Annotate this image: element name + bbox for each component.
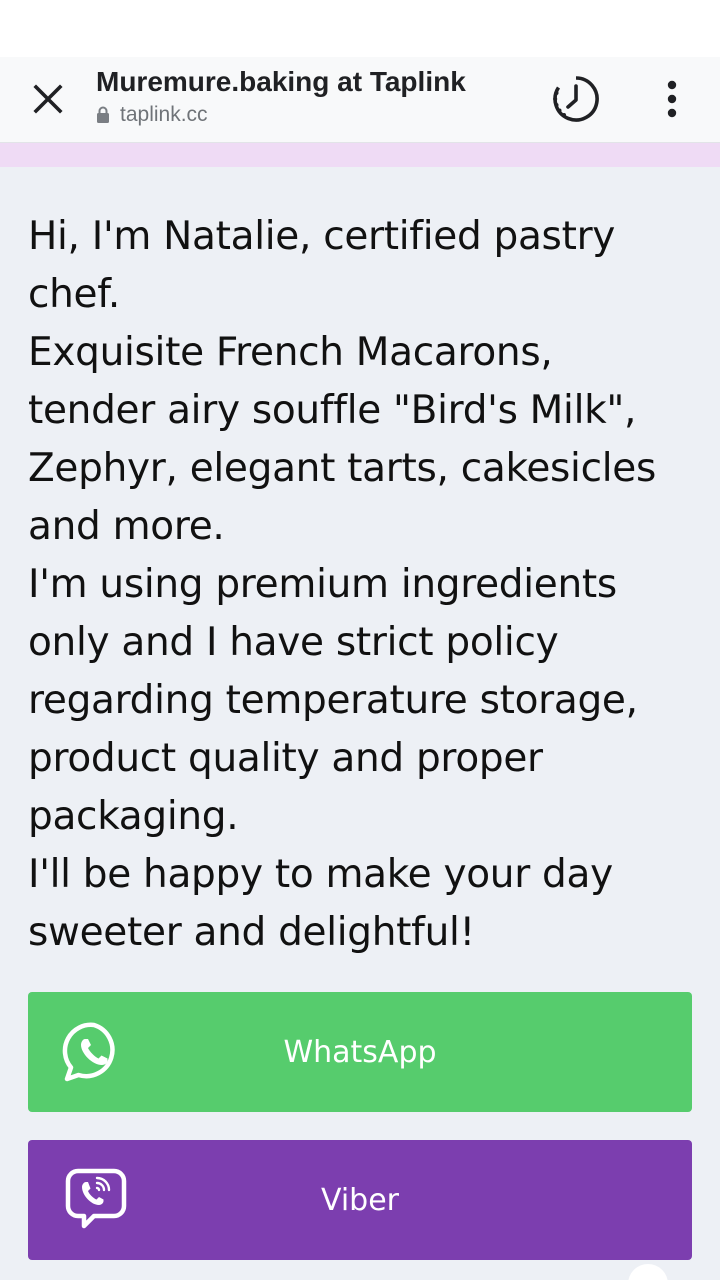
bio-line: product quality and proper — [28, 736, 543, 781]
page-title: Muremure.baking at Taplink — [96, 66, 466, 97]
status-bar — [0, 0, 720, 57]
whatsapp-button[interactable]: WhatsApp — [28, 992, 692, 1112]
browser-toolbar: Muremure.baking at Taplink taplink.cc — [0, 57, 720, 143]
history-icon — [553, 76, 599, 122]
bio-line: tender airy souffle "Bird's Milk", — [28, 388, 637, 433]
bio-line: I'll be happy to make your day — [28, 852, 613, 897]
bio-line: Zephyr, elegant tarts, cakesicles — [28, 446, 656, 491]
bio-line: only and I have strict policy — [28, 620, 559, 665]
title-block: Muremure.baking at Taplink taplink.cc — [96, 65, 516, 127]
floating-button-edge[interactable] — [628, 1264, 668, 1280]
bio-line: I'm using premium ingredients — [28, 562, 617, 607]
whatsapp-button-label: WhatsApp — [283, 1034, 437, 1070]
bio-line: packaging. — [28, 794, 239, 839]
close-button[interactable] — [22, 73, 74, 125]
url-text: taplink.cc — [120, 103, 208, 126]
close-icon — [33, 84, 63, 114]
history-button[interactable] — [548, 71, 604, 127]
more-vert-icon — [667, 80, 677, 118]
bio-line: Hi, I'm Natalie, certified pastry — [28, 214, 616, 259]
lock-icon — [96, 105, 114, 125]
header-accent-strip — [0, 143, 720, 167]
viber-button-label: Viber — [320, 1182, 400, 1218]
more-menu-button[interactable] — [650, 71, 694, 127]
bio-line: regarding temperature storage, — [28, 678, 638, 723]
bio-text: Hi, I'm Natalie, certified pastry chef. … — [28, 208, 692, 962]
bio-line: sweeter and delightful! — [28, 910, 475, 955]
url-row[interactable]: taplink.cc — [96, 103, 516, 127]
viber-button[interactable]: Viber — [28, 1140, 692, 1260]
bio-line: chef. — [28, 272, 120, 317]
bio-line: and more. — [28, 504, 225, 549]
bio-line: Exquisite French Macarons, — [28, 330, 553, 375]
